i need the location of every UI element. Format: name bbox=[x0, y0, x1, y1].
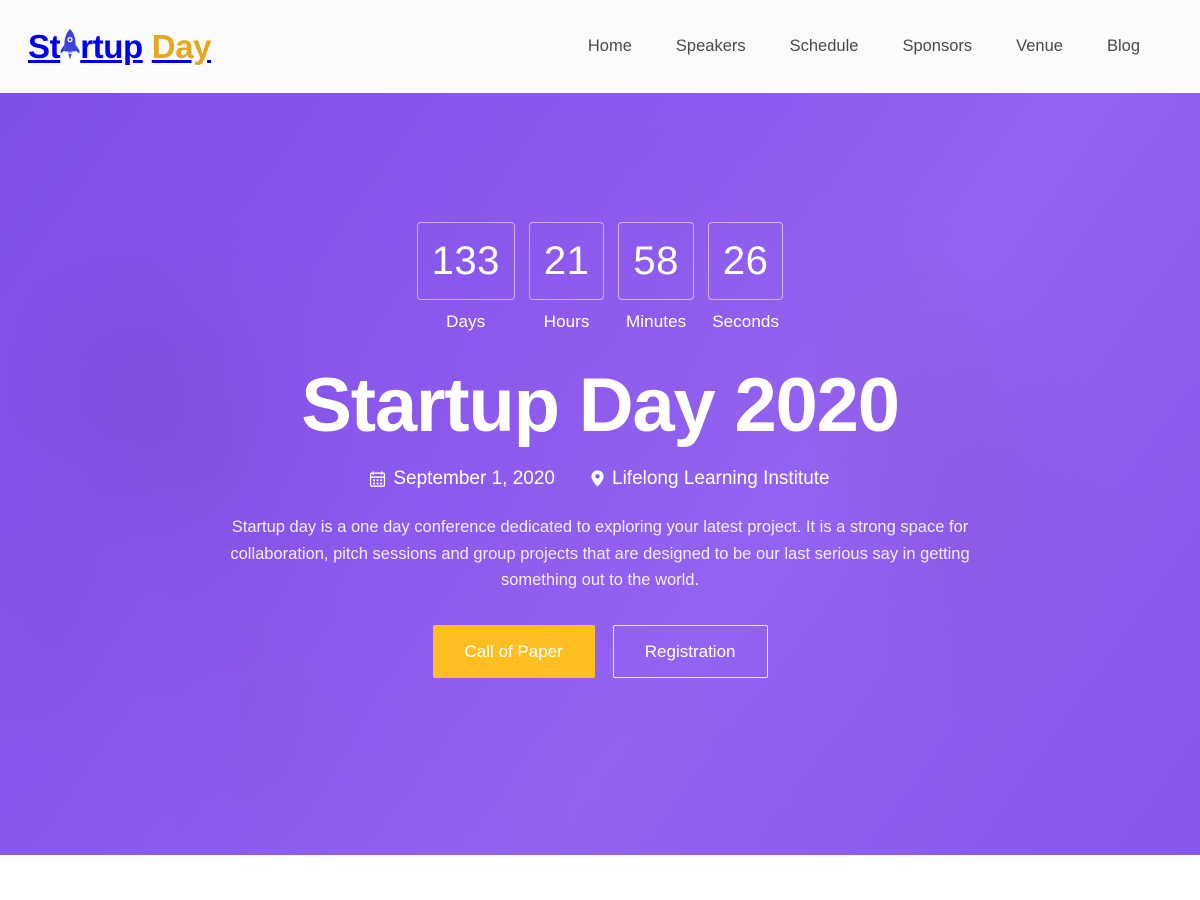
countdown-unit-days: 133 Days bbox=[416, 222, 515, 332]
nav-item-schedule[interactable]: Schedule bbox=[768, 31, 881, 62]
site-header: St rtup Day Home Speakers Schedule Spons… bbox=[0, 0, 1200, 93]
countdown-value-days: 133 bbox=[416, 222, 515, 300]
event-location: Lifelong Learning Institute bbox=[591, 468, 830, 490]
nav-item-blog[interactable]: Blog bbox=[1085, 31, 1162, 62]
countdown-unit-minutes: 58 Minutes bbox=[618, 222, 694, 332]
countdown-unit-hours: 21 Hours bbox=[528, 222, 605, 332]
nav-item-venue[interactable]: Venue bbox=[994, 31, 1085, 62]
countdown-label-minutes: Minutes bbox=[626, 312, 687, 331]
rocket-icon bbox=[59, 28, 81, 62]
countdown-value-seconds: 26 bbox=[707, 222, 784, 300]
call-of-paper-button[interactable]: Call of Paper bbox=[432, 624, 595, 678]
event-date-text: September 1, 2020 bbox=[393, 467, 555, 489]
hero-meta: September 1, 2020 Lifelong Learning Inst… bbox=[370, 468, 830, 490]
brand-text-start: St bbox=[28, 28, 61, 65]
countdown-value-hours: 21 bbox=[528, 222, 605, 300]
brand-text-day: Day bbox=[151, 28, 212, 65]
countdown-timer: 133 Days 21 Hours 58 Minutes 26 Seconds bbox=[416, 222, 784, 332]
nav-item-speakers[interactable]: Speakers bbox=[654, 31, 768, 62]
hero-actions: Call of Paper Registration bbox=[432, 624, 768, 678]
map-marker-icon bbox=[591, 470, 604, 487]
event-location-text: Lifelong Learning Institute bbox=[612, 467, 830, 489]
nav-item-home[interactable]: Home bbox=[566, 31, 654, 62]
page-bottom-spacer bbox=[0, 855, 1200, 900]
nav-item-sponsors[interactable]: Sponsors bbox=[880, 31, 994, 62]
brand-logo[interactable]: St rtup Day bbox=[28, 28, 212, 65]
hero-description: Startup day is a one day conference dedi… bbox=[230, 517, 970, 590]
countdown-value-minutes: 58 bbox=[618, 222, 694, 300]
main-navigation: Home Speakers Schedule Sponsors Venue Bl… bbox=[566, 31, 1162, 62]
countdown-label-days: Days bbox=[446, 312, 486, 331]
calendar-icon bbox=[370, 471, 386, 487]
countdown-unit-seconds: 26 Seconds bbox=[707, 222, 784, 332]
registration-button[interactable]: Registration bbox=[612, 624, 768, 678]
countdown-label-hours: Hours bbox=[543, 312, 590, 331]
brand-text-end: rtup bbox=[80, 28, 143, 65]
event-date: September 1, 2020 bbox=[370, 468, 555, 490]
hero-title: Startup Day 2020 bbox=[301, 363, 900, 448]
countdown-label-seconds: Seconds bbox=[712, 312, 780, 331]
hero-section: 133 Days 21 Hours 58 Minutes 26 Seconds … bbox=[0, 93, 1200, 855]
